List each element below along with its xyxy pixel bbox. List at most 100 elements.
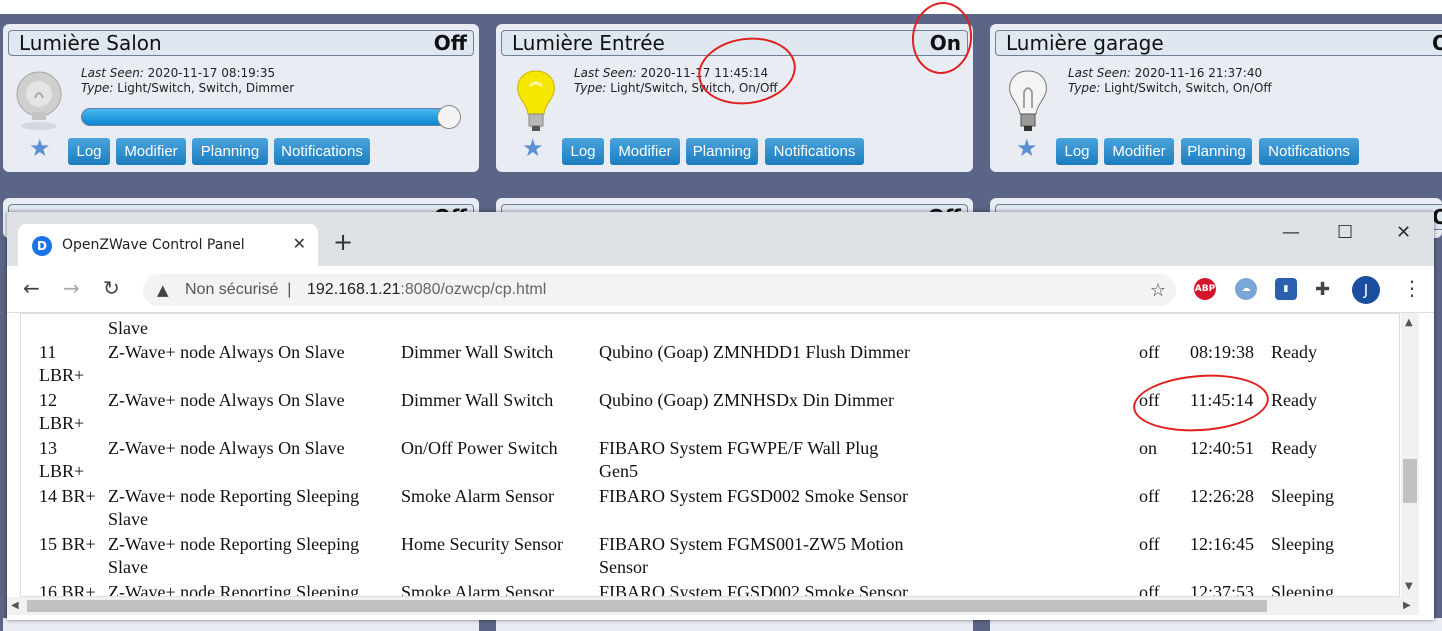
node-basic-type: Z-Wave+ node Always On Slave	[108, 438, 345, 458]
node-product: FIBARO System FGSD002 Smoke Sensor	[599, 582, 909, 597]
reader-extension-icon[interactable]: ▮	[1275, 278, 1297, 300]
close-tab-icon[interactable]: ✕	[293, 234, 306, 253]
horizontal-scrollbar[interactable]: ◀ ▶	[7, 597, 1419, 615]
favorite-star-icon[interactable]: ★	[1016, 136, 1038, 160]
address-bar[interactable]: ▲ Non sécurisé | 192.168.1.21:8080/ozwcp…	[143, 274, 1176, 306]
maximize-icon[interactable]: ☐	[1337, 222, 1353, 243]
node-generic-type: On/Off Power Switch	[401, 438, 558, 458]
card-status[interactable]: O	[1432, 31, 1442, 56]
tab-bar: D OpenZWave Control Panel ✕ + — ☐ ✕	[7, 212, 1434, 266]
bulb-on-icon[interactable]	[512, 68, 560, 140]
browser-menu-icon[interactable]: ⋮	[1402, 276, 1422, 300]
scroll-down-icon[interactable]: ▼	[1405, 581, 1413, 592]
node-id: 16 BR+	[39, 582, 96, 597]
node-status: Sleeping	[1271, 534, 1334, 554]
node-basic-type-cont: Slave	[108, 509, 148, 529]
device-card-salon: Lumière Salon Off Last Seen: 2020-11-17 …	[3, 24, 479, 172]
vertical-scroll-thumb[interactable]	[1403, 459, 1417, 503]
url-text[interactable]: 192.168.1.21:8080/ozwcp/cp.html	[307, 281, 546, 299]
extensions-puzzle-icon[interactable]: ✚	[1315, 278, 1330, 302]
table-row[interactable]: 13 LBR+ Z-Wave+ node Always On Slave On/…	[21, 437, 1399, 485]
node-generic-type: Home Security Sensor	[401, 534, 563, 554]
device-card-garage: Lumière garage O Last Seen: 2020-11-16 2…	[990, 24, 1442, 172]
dimmer-slider[interactable]	[81, 105, 461, 129]
browser-tab[interactable]: D OpenZWave Control Panel ✕	[18, 224, 318, 266]
node-state: on	[1139, 438, 1157, 458]
notifications-button[interactable]: Notifications	[1259, 138, 1359, 165]
node-state: off	[1139, 534, 1160, 554]
modifier-button[interactable]: Modifier	[116, 138, 186, 165]
node-last-heard: 12:37:53	[1190, 582, 1255, 597]
bookmark-star-icon[interactable]: ☆	[1150, 280, 1166, 301]
node-product: FIBARO System FGSD002 Smoke Sensor	[599, 486, 909, 506]
profile-avatar[interactable]: J	[1352, 276, 1380, 304]
node-status: Ready	[1271, 438, 1317, 458]
node-product: Qubino (Goap) ZMNHDD1 Flush Dimmer	[599, 342, 910, 362]
modifier-button[interactable]: Modifier	[1104, 138, 1174, 165]
node-basic-type: Z-Wave+ node Always On Slave	[108, 342, 345, 362]
node-product: FIBARO System FGWPE/F Wall Plug	[599, 438, 879, 458]
last-seen-label: Last Seen:	[574, 66, 637, 80]
scroll-up-icon[interactable]: ▲	[1405, 317, 1413, 328]
security-label[interactable]: Non sécurisé |	[185, 281, 291, 299]
planning-button[interactable]: Planning	[1181, 138, 1252, 165]
bulb-off-icon[interactable]	[1004, 68, 1052, 140]
warning-icon[interactable]: ▲	[157, 281, 169, 299]
type-label: Type:	[81, 81, 114, 95]
device-info: Last Seen: 2020-11-16 21:37:40 Type: Lig…	[1068, 66, 1272, 96]
minimize-icon[interactable]: —	[1282, 222, 1300, 243]
type-value: Light/Switch, Switch, Dimmer	[117, 81, 295, 95]
slider-knob[interactable]	[437, 105, 461, 129]
node-last-heard: 08:19:38	[1190, 342, 1255, 362]
node-id: 12	[39, 390, 57, 410]
node-id: 11	[39, 342, 57, 362]
new-tab-icon[interactable]: +	[333, 230, 353, 254]
card-header: Lumière garage O	[995, 30, 1442, 56]
log-button[interactable]: Log	[1056, 138, 1098, 165]
bulb-off-icon[interactable]	[15, 68, 63, 140]
node-id-flags: LBR+	[39, 365, 85, 385]
table-row[interactable]: 15 BR+ Z-Wave+ node Reporting Sleeping S…	[21, 533, 1399, 581]
top-strip	[0, 0, 1442, 14]
log-button[interactable]: Log	[68, 138, 110, 165]
adblock-plus-icon[interactable]: ABP	[1194, 278, 1216, 300]
notifications-button[interactable]: Notifications	[765, 138, 864, 165]
modifier-button[interactable]: Modifier	[610, 138, 680, 165]
card-title: Lumière Salon	[19, 31, 162, 55]
table-row[interactable]: 16 BR+ Z-Wave+ node Reporting Sleeping S…	[21, 581, 1399, 597]
favorite-star-icon[interactable]: ★	[29, 136, 51, 160]
node-state: off	[1139, 582, 1160, 597]
node-generic-type: Smoke Alarm Sensor	[401, 582, 554, 597]
horizontal-scroll-thumb[interactable]	[27, 600, 1267, 612]
node-table-viewport: Slave 11 LBR+ Z-Wave+ node Always On Sla…	[20, 313, 1400, 597]
card-header: Lumière Salon Off	[8, 30, 474, 56]
log-button[interactable]: Log	[562, 138, 604, 165]
node-id: 13	[39, 438, 57, 458]
node-generic-type: Dimmer Wall Switch	[401, 390, 554, 410]
cloud-extension-icon[interactable]: ☁	[1235, 278, 1257, 300]
card-title: Lumière Entrée	[512, 31, 665, 55]
node-id: 15 BR+	[39, 534, 96, 554]
node-status: Ready	[1271, 390, 1317, 410]
node-id-flags: LBR+	[39, 413, 85, 433]
notifications-button[interactable]: Notifications	[274, 138, 370, 165]
vertical-scrollbar[interactable]: ▲ ▼	[1401, 313, 1419, 597]
node-state: off	[1139, 342, 1160, 362]
last-seen-label: Last Seen:	[81, 66, 144, 80]
scroll-left-icon[interactable]: ◀	[11, 600, 19, 611]
close-window-icon[interactable]: ✕	[1396, 222, 1411, 243]
node-last-heard: 12:40:51	[1190, 438, 1255, 458]
planning-button[interactable]: Planning	[686, 138, 758, 165]
node-product: FIBARO System FGMS001-ZW5 Motion	[599, 534, 904, 554]
type-label: Type:	[574, 81, 607, 95]
partial-row-text: Slave	[108, 318, 148, 338]
node-generic-type: Dimmer Wall Switch	[401, 342, 554, 362]
reload-icon[interactable]: ↻	[103, 276, 120, 300]
card-status[interactable]: Off	[434, 31, 467, 56]
planning-button[interactable]: Planning	[192, 138, 268, 165]
back-icon[interactable]: ←	[23, 276, 40, 300]
table-row[interactable]: 14 BR+ Z-Wave+ node Reporting Sleeping S…	[21, 485, 1399, 533]
favorite-star-icon[interactable]: ★	[522, 136, 544, 160]
scroll-right-icon[interactable]: ▶	[1403, 600, 1411, 611]
forward-icon[interactable]: →	[63, 276, 80, 300]
